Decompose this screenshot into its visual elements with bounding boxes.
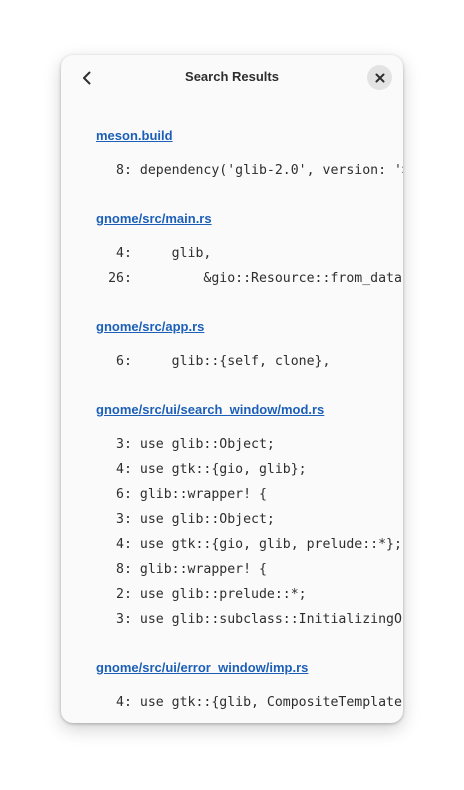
match-line[interactable]: 8: glib::wrapper! { bbox=[96, 562, 267, 577]
results-list: meson.build 8: dependency('glib-2.0', ve… bbox=[61, 101, 403, 723]
line-text: use glib::Object; bbox=[139, 512, 275, 527]
line-text: &gio::Resource::from_data bbox=[139, 271, 402, 286]
line-text: glib, bbox=[139, 246, 212, 261]
match-line[interactable]: 8: dependency('glib-2.0', version: '> bbox=[96, 163, 403, 178]
line-text: use gtk::{gio, glib, prelude::*}; bbox=[139, 537, 402, 552]
line-number: 3 bbox=[116, 437, 124, 452]
line-text: use gtk::{gio, glib}; bbox=[139, 462, 307, 477]
match-line[interactable]: 6: glib::{self, clone}, bbox=[96, 354, 330, 369]
match-line[interactable]: 4: use gtk::{glib, CompositeTemplate} bbox=[96, 695, 403, 710]
search-results-window: Search Results meson.build 8: dependency… bbox=[61, 55, 403, 723]
line-separator: : bbox=[124, 612, 140, 627]
line-separator: : bbox=[124, 271, 140, 286]
line-separator: : bbox=[124, 462, 140, 477]
line-number: 26 bbox=[108, 271, 124, 286]
match-line[interactable]: 4: use gtk::{gio, glib, prelude::*}; bbox=[96, 537, 402, 552]
line-separator: : bbox=[124, 246, 140, 261]
line-text: glib::wrapper! { bbox=[139, 562, 267, 577]
line-text: use gtk::{glib, CompositeTemplate} bbox=[139, 695, 403, 710]
line-number: 4 bbox=[116, 462, 124, 477]
match-line[interactable]: 3: use glib::Object; bbox=[96, 437, 275, 452]
line-text: glib::{self, clone}, bbox=[139, 354, 331, 369]
window-title: Search Results bbox=[185, 69, 279, 84]
match-line[interactable]: 6: glib::wrapper! { bbox=[96, 487, 267, 502]
line-separator: : bbox=[124, 562, 140, 577]
line-number: 3 bbox=[116, 612, 124, 627]
line-separator: : bbox=[124, 695, 140, 710]
close-button[interactable] bbox=[367, 65, 392, 90]
line-number: 3 bbox=[116, 512, 124, 527]
file-link[interactable]: gnome/src/ui/error_window/imp.rs bbox=[96, 660, 308, 675]
line-number: 4 bbox=[116, 537, 124, 552]
line-text: use glib::subclass::InitializingOb bbox=[139, 612, 403, 627]
line-number: 8 bbox=[116, 163, 124, 178]
match-line[interactable]: 26: &gio::Resource::from_data bbox=[96, 271, 402, 286]
line-separator: : bbox=[124, 537, 140, 552]
line-text: dependency('glib-2.0', version: '> bbox=[139, 163, 403, 178]
line-separator: : bbox=[124, 587, 140, 602]
match-line[interactable]: 2: use glib::prelude::*; bbox=[96, 587, 307, 602]
header-bar: Search Results bbox=[61, 55, 403, 101]
line-number: 4 bbox=[116, 695, 124, 710]
match-line[interactable]: 4: glib, bbox=[96, 246, 211, 261]
line-separator: : bbox=[124, 354, 140, 369]
line-number: 4 bbox=[116, 246, 124, 261]
line-text: use glib::prelude::*; bbox=[139, 587, 307, 602]
line-number: 6 bbox=[116, 354, 124, 369]
match-line[interactable]: 3: use glib::Object; bbox=[96, 512, 275, 527]
line-separator: : bbox=[124, 437, 140, 452]
file-link[interactable]: gnome/src/ui/search_window/mod.rs bbox=[96, 402, 324, 417]
line-text: use glib::Object; bbox=[139, 437, 275, 452]
line-separator: : bbox=[124, 487, 140, 502]
line-separator: : bbox=[124, 512, 140, 527]
close-icon bbox=[375, 73, 384, 82]
line-number: 2 bbox=[116, 587, 124, 602]
line-separator: : bbox=[124, 163, 140, 178]
match-line[interactable]: 4: use gtk::{gio, glib}; bbox=[96, 462, 307, 477]
line-text: glib::wrapper! { bbox=[139, 487, 267, 502]
match-line[interactable]: 3: use glib::subclass::InitializingOb bbox=[96, 612, 403, 627]
line-number: 6 bbox=[116, 487, 124, 502]
file-link[interactable]: meson.build bbox=[96, 128, 173, 143]
line-number: 8 bbox=[116, 562, 124, 577]
file-link[interactable]: gnome/src/main.rs bbox=[96, 211, 212, 226]
file-link[interactable]: gnome/src/app.rs bbox=[96, 319, 204, 334]
